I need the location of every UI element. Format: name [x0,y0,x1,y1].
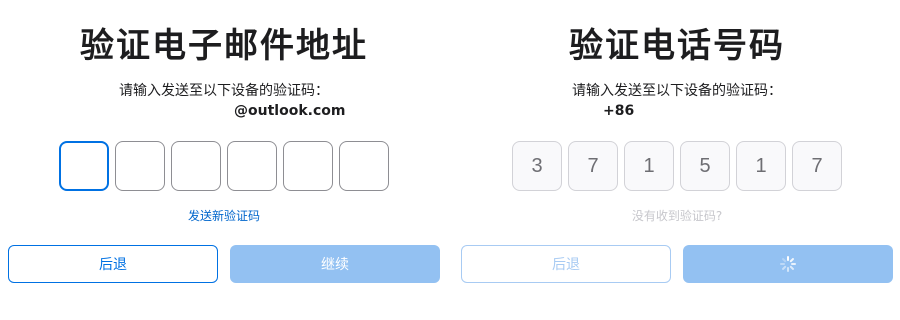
instruction-text: 请输入发送至以下设备的验证码： [572,83,782,99]
page-title: 验证电话号码 [569,26,785,66]
code-input-group: 3 7 1 5 1 7 [457,141,897,191]
continue-button[interactable] [683,245,893,283]
no-code-link[interactable]: 没有收到验证码? [457,207,897,224]
code-digit-6[interactable] [339,141,389,191]
loading-spinner-icon [780,256,796,272]
code-digit-1[interactable] [59,141,109,191]
code-digit-2[interactable] [115,141,165,191]
code-digit-5[interactable] [283,141,333,191]
code-digit-4[interactable]: 5 [680,141,730,191]
code-digit-2[interactable]: 7 [568,141,618,191]
code-digit-3[interactable] [171,141,221,191]
email-address: @outlook.com [234,103,346,119]
resend-code-link[interactable]: 发送新验证码 [4,207,444,224]
phone-number: +86 [603,103,635,119]
code-digit-6[interactable]: 7 [792,141,842,191]
continue-button[interactable]: 继续 [230,245,440,283]
instruction-text: 请输入发送至以下设备的验证码： [119,83,329,99]
code-input-group [4,141,444,191]
back-button[interactable]: 后退 [8,245,218,283]
code-digit-3[interactable]: 1 [624,141,674,191]
code-digit-5[interactable]: 1 [736,141,786,191]
email-verification-panel: 验证电子邮件地址 请输入发送至以下设备的验证码： @outlook.com 发送… [4,0,444,320]
back-button[interactable]: 后退 [461,245,671,283]
phone-verification-panel: 验证电话号码 请输入发送至以下设备的验证码： +86 3 7 1 5 1 7 没… [457,0,897,320]
code-digit-4[interactable] [227,141,277,191]
code-digit-1[interactable]: 3 [512,141,562,191]
page-title: 验证电子邮件地址 [80,26,368,66]
